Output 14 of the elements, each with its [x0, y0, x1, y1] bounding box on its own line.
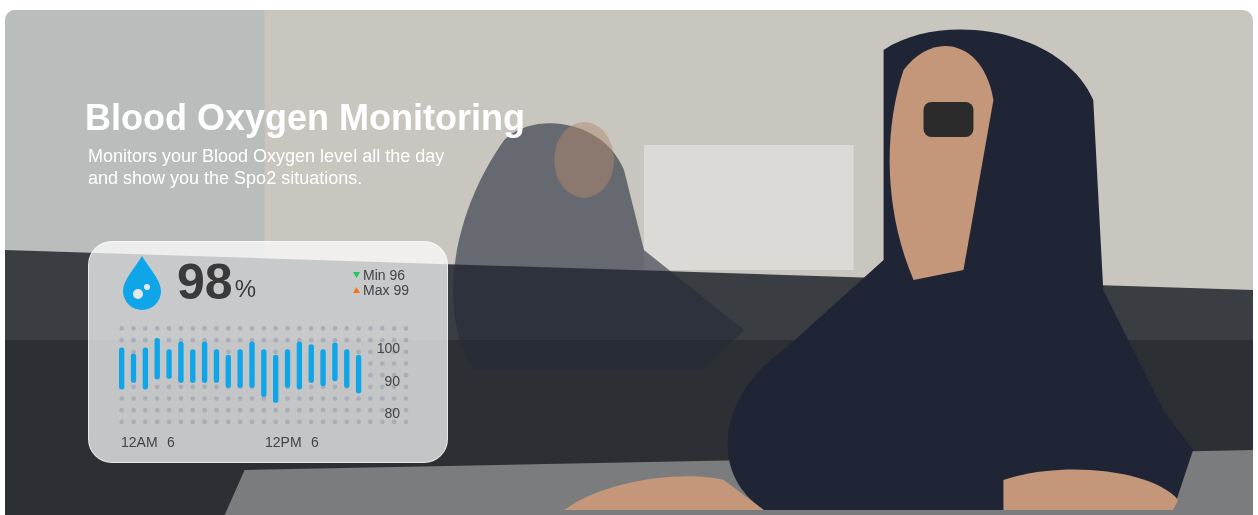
axis-tick-label: 80 — [384, 406, 400, 420]
axis-tick-label: 100 — [376, 341, 400, 355]
time-label: 12PM — [265, 435, 303, 449]
max-label: Max 99 — [363, 282, 409, 297]
axis-tick-label: 90 — [384, 374, 400, 388]
min-label: Min 96 — [363, 267, 406, 282]
time-label: 12AM — [121, 435, 159, 449]
drop-icon — [121, 254, 163, 310]
spo2-value: 98 — [177, 257, 233, 307]
banner-title: Blood Oxygen Monitoring — [85, 96, 525, 140]
banner-subtitle: Monitors your Blood Oxygen level all the day and show you the Spo2 situations. — [88, 145, 445, 189]
time-label: 6 — [311, 435, 319, 449]
unit-label: % — [234, 277, 256, 301]
time-label: 6 — [167, 435, 176, 449]
